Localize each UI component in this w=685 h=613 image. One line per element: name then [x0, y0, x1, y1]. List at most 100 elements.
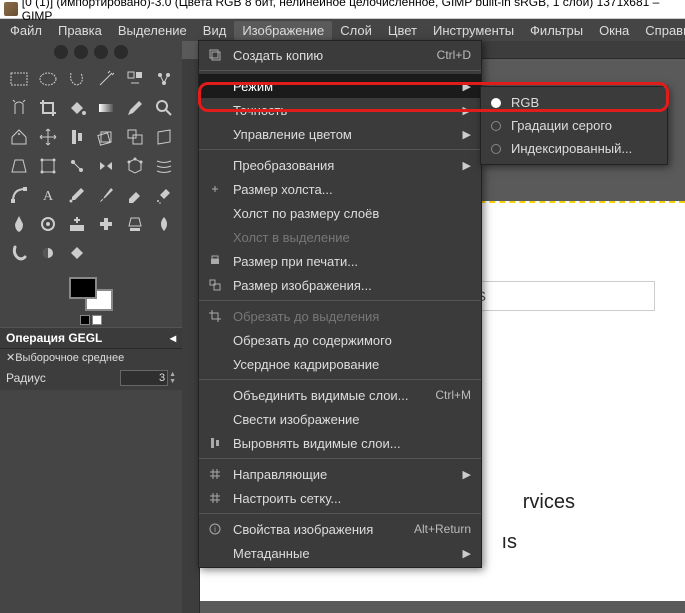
menu-item-обрезать-до-содержимого[interactable]: Обрезать до содержимого: [199, 328, 481, 352]
info-icon: i: [207, 521, 223, 537]
menu-правка[interactable]: Правка: [50, 21, 110, 40]
tool-foreground-select[interactable]: [5, 94, 33, 122]
canvas-icon: [207, 181, 223, 197]
menu-item-label: Обрезать до содержимого: [233, 333, 471, 348]
tool-gradient[interactable]: [92, 94, 120, 122]
menu-item-усердное-кадрирование[interactable]: Усердное кадрирование: [199, 352, 481, 376]
svg-text:i: i: [214, 525, 216, 534]
tool-smudge[interactable]: [5, 239, 33, 267]
menu-item-метаданные[interactable]: Метаданные ▶: [199, 541, 481, 565]
tool-by-color-select[interactable]: [121, 65, 149, 93]
tool-cage[interactable]: [121, 152, 149, 180]
tool-heal[interactable]: [92, 210, 120, 238]
menu-item-настроить-сетку-[interactable]: Настроить сетку...: [199, 486, 481, 510]
crop-icon: [207, 308, 223, 324]
menu-фильтры[interactable]: Фильтры: [522, 21, 591, 40]
tool-free-select[interactable]: [63, 65, 91, 93]
tool-crop[interactable]: [34, 94, 62, 122]
menu-item-label: Обрезать до выделения: [233, 309, 471, 324]
tool-iscissors[interactable]: [150, 65, 178, 93]
radio-icon: [491, 98, 501, 108]
tool-ink[interactable]: [5, 210, 33, 238]
tool-perspective-clone[interactable]: [121, 210, 149, 238]
menu-вид[interactable]: Вид: [195, 21, 235, 40]
tool-handle-transform[interactable]: [63, 152, 91, 180]
tool-zoom[interactable]: [150, 94, 178, 122]
menu-item-управление-цветом[interactable]: Управление цветом▶: [199, 122, 481, 146]
mode-option-градации-серого[interactable]: Градации серого: [481, 114, 667, 137]
tool-scale[interactable]: [121, 123, 149, 151]
menu-item-label: Настроить сетку...: [233, 491, 471, 506]
tool-bucket-fill[interactable]: [63, 94, 91, 122]
tool-text[interactable]: A: [34, 181, 62, 209]
menu-item-холст-по-размеру-слоёв[interactable]: Холст по размеру слоёв: [199, 201, 481, 225]
tool-shear[interactable]: [150, 123, 178, 151]
menu-item-свести-изображение[interactable]: Свести изображение: [199, 407, 481, 431]
tool-clone[interactable]: [63, 210, 91, 238]
radio-icon: [491, 121, 501, 131]
toolbox-panel: A Операция GEGL: [0, 41, 182, 613]
menu-item-точность[interactable]: Точность▶: [199, 98, 481, 122]
menu-item-преобразования[interactable]: Преобразования▶: [199, 153, 481, 177]
menu-файл[interactable]: Файл: [2, 21, 50, 40]
stepper-down-icon[interactable]: ▼: [169, 378, 176, 385]
tool-fuzzy-select[interactable]: [92, 65, 120, 93]
menu-item-label: Метаданные: [233, 546, 453, 561]
tool-perspective[interactable]: [5, 152, 33, 180]
menu-инструменты[interactable]: Инструменты: [425, 21, 522, 40]
tool-ellipse-select[interactable]: [34, 65, 62, 93]
menu-item-режим[interactable]: Режим▶: [199, 74, 481, 98]
tool-dodge-burn[interactable]: [34, 239, 62, 267]
submenu-arrow-icon: ▶: [463, 128, 471, 141]
tool-mypaint-brush[interactable]: [34, 210, 62, 238]
menu-item-label: Объединить видимые слои...: [233, 388, 425, 403]
menu-item-размер-при-печати-[interactable]: Размер при печати...: [199, 249, 481, 273]
tool-measure[interactable]: [5, 123, 33, 151]
blank-icon: [207, 545, 223, 561]
copy-icon: [207, 47, 223, 63]
menu-item-размер-изображения-[interactable]: Размер изображения...: [199, 273, 481, 297]
panel-menu-icon[interactable]: ◂: [170, 331, 176, 345]
param-value-input[interactable]: [120, 370, 168, 386]
tool-color-picker[interactable]: [63, 181, 91, 209]
submenu-arrow-icon: ▶: [463, 547, 471, 560]
tool-rect-select[interactable]: [5, 65, 33, 93]
menu-item-направляющие[interactable]: Направляющие▶: [199, 462, 481, 486]
param-label: Радиус: [6, 371, 46, 385]
menu-item-выровнять-видимые-слои-[interactable]: Выровнять видимые слои...: [199, 431, 481, 455]
tool-flip[interactable]: [92, 152, 120, 180]
swap-colors-icon[interactable]: [92, 315, 102, 325]
menu-окна[interactable]: Окна: [591, 21, 637, 40]
tool-move[interactable]: [34, 123, 62, 151]
menu-цвет[interactable]: Цвет: [380, 21, 425, 40]
blank-icon: [207, 387, 223, 403]
menu-item-свойства-изображения[interactable]: iСвойства изображенияAlt+Return: [199, 517, 481, 541]
menu-item-создать-копию[interactable]: Создать копиюCtrl+D: [199, 43, 481, 67]
tool-rotate[interactable]: [92, 123, 120, 151]
tool-align[interactable]: [63, 123, 91, 151]
menu-item-размер-холста-[interactable]: Размер холста...: [199, 177, 481, 201]
menu-слой[interactable]: Слой: [332, 21, 380, 40]
menu-item-label: Режим: [233, 79, 453, 94]
mode-option-индексированный-[interactable]: Индексированный...: [481, 137, 667, 160]
tool-warp[interactable]: [150, 152, 178, 180]
tool-pencil[interactable]: [121, 94, 149, 122]
menu-выделение[interactable]: Выделение: [110, 21, 195, 40]
reset-colors-icon[interactable]: [80, 315, 90, 325]
mode-option-rgb[interactable]: RGB: [481, 91, 667, 114]
tool-unified-transform[interactable]: [34, 152, 62, 180]
tool-airbrush[interactable]: [150, 181, 178, 209]
stepper-up-icon[interactable]: ▲: [169, 371, 176, 378]
close-icon[interactable]: ✕: [6, 351, 15, 364]
blank-icon: [207, 411, 223, 427]
fg-color-swatch[interactable]: [69, 277, 97, 299]
menu-справка[interactable]: Справка: [637, 21, 685, 40]
menu-изображение[interactable]: Изображение: [234, 21, 332, 40]
tool-paintbrush[interactable]: [92, 181, 120, 209]
tool-eraser[interactable]: [121, 181, 149, 209]
tool-paths[interactable]: [5, 181, 33, 209]
tool-gegl[interactable]: [63, 239, 91, 267]
gegl-panel-title: Операция GEGL ◂: [0, 327, 182, 349]
menu-item-объединить-видимые-слои-[interactable]: Объединить видимые слои...Ctrl+M: [199, 383, 481, 407]
tool-blur[interactable]: [150, 210, 178, 238]
